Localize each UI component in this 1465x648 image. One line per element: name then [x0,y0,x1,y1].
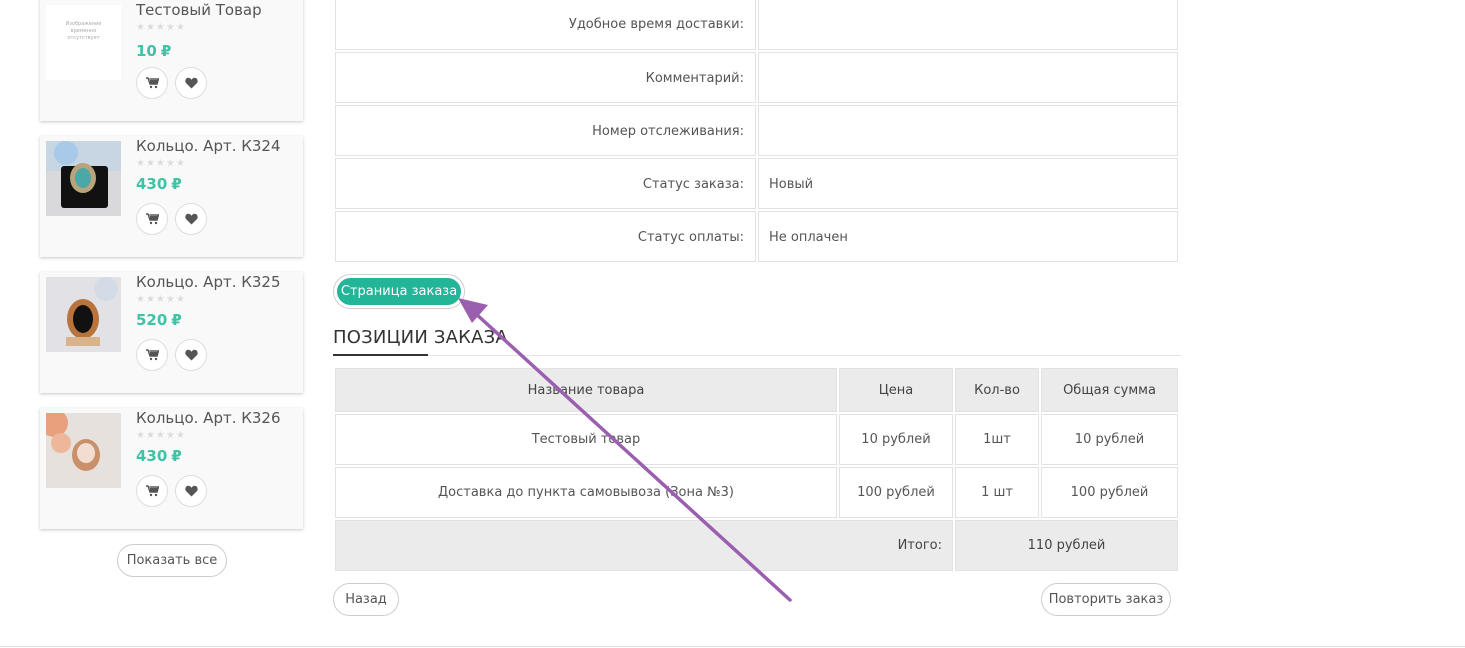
heart-icon [184,213,198,225]
add-to-favorites-button[interactable] [175,475,207,507]
order-info-row: Комментарий: [335,52,1178,103]
rating-stars: ★★★★★ [136,22,186,33]
product-title[interactable]: Кольцо. Арт. К326 [136,409,281,427]
order-info-row: Статус оплаты: Не оплачен [335,211,1178,262]
column-header-name: Название товара [335,368,837,412]
info-label: Статус оплаты: [335,211,756,262]
order-page-button-label: Страница заказа [337,278,461,305]
payment-status-value: Не оплачен [758,211,1178,262]
item-sum: 10 рублей [1041,414,1178,465]
add-to-cart-button[interactable] [136,67,168,99]
section-title: ПОЗИЦИИ ЗАКАЗА [333,327,508,348]
heart-icon [184,77,198,89]
info-value [758,0,1178,50]
rating-stars: ★★★★★ [136,294,186,305]
order-info-row: Удобное время доставки: [335,0,1178,50]
product-thumbnail[interactable] [46,277,121,352]
product-thumbnail[interactable] [46,413,121,488]
item-sum: 100 рублей [1041,467,1178,518]
item-qty: 1 шт [955,467,1039,518]
product-card[interactable]: Кольцо. Арт. К326 ★★★★★ 430 ₽ [40,408,303,529]
info-label: Статус заказа: [335,158,756,209]
product-card[interactable]: Кольцо. Арт. К325 ★★★★★ 520 ₽ [40,272,303,393]
total-label: Итого: [335,520,953,571]
heart-icon [184,349,198,361]
column-header-sum: Общая сумма [1041,368,1178,412]
rating-stars: ★★★★★ [136,158,186,169]
column-header-price: Цена [839,368,953,412]
column-header-qty: Кол-во [955,368,1039,412]
product-thumbnail-placeholder[interactable]: Изображение временно отсутствует [46,5,121,80]
rating-stars: ★★★★★ [136,430,186,441]
cart-icon [145,77,159,89]
product-card[interactable]: Изображение временно отсутствует Тестовы… [40,0,303,121]
info-value [758,52,1178,103]
show-all-button[interactable]: Показать все [117,544,227,577]
cart-icon [145,213,159,225]
add-to-cart-button[interactable] [136,203,168,235]
add-to-favorites-button[interactable] [175,203,207,235]
add-to-favorites-button[interactable] [175,67,207,99]
section-title-underline [333,354,428,356]
heart-icon [184,485,198,497]
total-value: 110 рублей [955,520,1178,571]
add-to-cart-button[interactable] [136,339,168,371]
footer-divider [0,646,1465,647]
item-name: Тестовый товар [335,414,837,465]
info-value [758,105,1178,156]
back-button[interactable]: Назад [333,583,399,616]
order-info-row: Статус заказа: Новый [335,158,1178,209]
no-image-text: Изображение временно отсутствует [65,21,102,41]
cart-icon [145,485,159,497]
item-price: 10 рублей [839,414,953,465]
product-price: 10 ₽ [136,42,172,60]
add-to-favorites-button[interactable] [175,339,207,371]
section-divider [333,355,1181,356]
info-label: Удобное время доставки: [335,0,756,50]
info-label: Номер отслеживания: [335,105,756,156]
product-price: 430 ₽ [136,175,182,193]
product-title[interactable]: Кольцо. Арт. К325 [136,273,281,291]
product-thumbnail[interactable] [46,141,121,216]
cart-icon [145,349,159,361]
add-to-cart-button[interactable] [136,475,168,507]
order-info-row: Номер отслеживания: [335,105,1178,156]
order-status-value: Новый [758,158,1178,209]
product-price: 520 ₽ [136,311,182,329]
product-title[interactable]: Кольцо. Арт. К324 [136,137,281,155]
product-card[interactable]: Кольцо. Арт. К324 ★★★★★ 430 ₽ [40,136,303,257]
info-label: Комментарий: [335,52,756,103]
product-title[interactable]: Тестовый Товар [136,1,262,19]
item-qty: 1шт [955,414,1039,465]
item-price: 100 рублей [839,467,953,518]
repeat-order-button[interactable]: Повторить заказ [1041,583,1171,616]
order-page-button[interactable]: Страница заказа [333,274,465,309]
item-name: Доставка до пункта самовывоза (Зона №3) [335,467,837,518]
product-price: 430 ₽ [136,447,182,465]
